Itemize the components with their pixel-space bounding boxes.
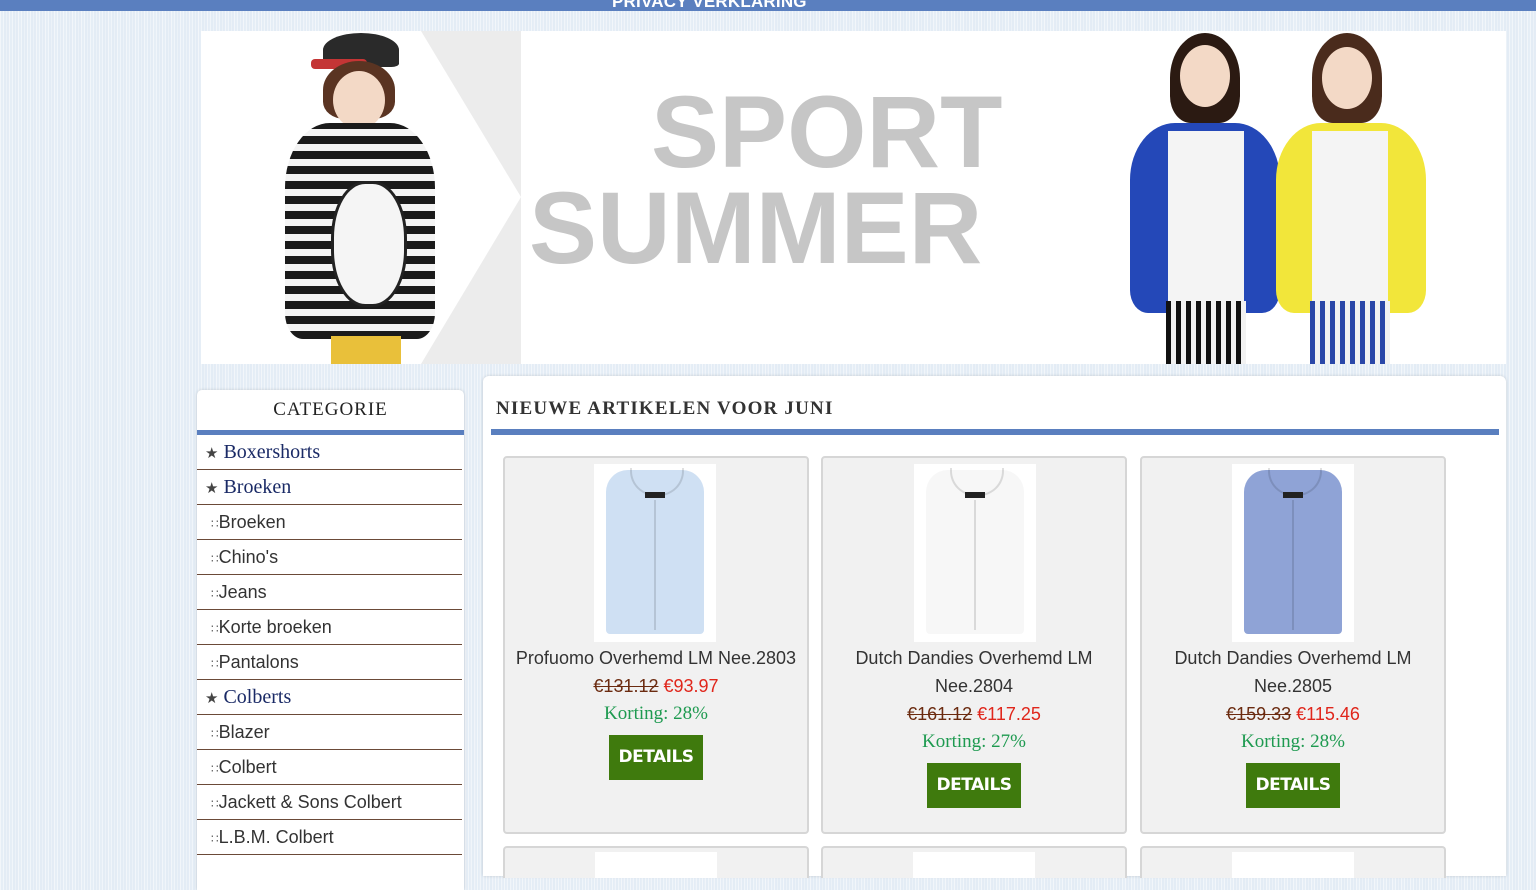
category-label: Broeken <box>218 512 286 532</box>
category-label: Boxershorts <box>223 441 321 463</box>
product-card-partial <box>503 846 809 878</box>
new-price: €117.25 <box>977 704 1041 724</box>
category-label: Jackett & Sons Colbert <box>218 792 402 812</box>
product-card: Dutch Dandies Overhemd LM Nee.2804 €161.1… <box>821 456 1127 834</box>
product-prices: €131.12 €93.97 <box>509 672 803 700</box>
privacy-link[interactable]: PRIVACY VERKLARING <box>612 0 807 11</box>
category-item[interactable]: ∷L.B.M. Colbert <box>197 820 462 855</box>
details-button[interactable]: DETAILS <box>927 763 1021 808</box>
banner-model-right-2 <box>1276 31 1436 364</box>
discount-text: Korting: 27% <box>922 731 1026 752</box>
category-item[interactable]: ★ Colberts <box>197 680 462 715</box>
dots-icon: ∷ <box>211 832 219 846</box>
category-item[interactable]: ★ Boxershorts <box>197 435 462 470</box>
star-icon: ★ <box>205 481 219 497</box>
category-item[interactable]: ∷Pantalons <box>197 645 462 680</box>
dots-icon: ∷ <box>211 517 219 531</box>
product-card-partial <box>821 846 1127 878</box>
dots-icon: ∷ <box>211 727 219 741</box>
details-button[interactable]: DETAILS <box>1246 763 1340 808</box>
star-icon: ★ <box>205 446 219 462</box>
product-name[interactable]: Dutch Dandies Overhemd LM Nee.2804 <box>827 644 1121 700</box>
banner-text-line1: SPORT <box>651 75 1003 189</box>
sidebar-title: CATEGORIE <box>197 390 464 435</box>
new-price: €115.46 <box>1296 704 1360 724</box>
shirt-label <box>1283 492 1303 498</box>
category-sidebar: CATEGORIE ★ Boxershorts ★ Broeken ∷Broeken ∷C… <box>197 390 464 890</box>
top-nav-bar: PRIVACY VERKLARING <box>0 0 1536 11</box>
shirt-placket <box>1292 500 1294 630</box>
category-item[interactable]: ∷Blazer <box>197 715 462 750</box>
product-prices: €161.12 €117.25 <box>827 700 1121 728</box>
dots-icon: ∷ <box>211 587 219 601</box>
product-card-partial <box>1140 846 1446 878</box>
dots-icon: ∷ <box>211 552 219 566</box>
old-price: €161.12 <box>907 704 973 724</box>
dots-icon: ∷ <box>211 797 219 811</box>
old-price: €131.12 <box>593 676 659 696</box>
details-button[interactable]: DETAILS <box>609 735 703 780</box>
product-prices: €159.33 €115.46 <box>1146 700 1440 728</box>
product-image[interactable] <box>1232 464 1354 642</box>
category-item[interactable]: ∷Broeken <box>197 505 462 540</box>
product-name[interactable]: Dutch Dandies Overhemd LM Nee.2805 <box>1146 644 1440 700</box>
new-price: €93.97 <box>663 676 719 696</box>
shirt-label <box>645 492 665 498</box>
product-image[interactable] <box>594 464 716 642</box>
dots-icon: ∷ <box>211 762 219 776</box>
banner-text-line2: SUMMER <box>529 171 983 285</box>
category-item[interactable]: ∷Chino's <box>197 540 462 575</box>
dots-icon: ∷ <box>211 622 219 636</box>
discount-text: Korting: 28% <box>604 703 708 724</box>
old-price: €159.33 <box>1226 704 1292 724</box>
category-item[interactable]: ∷Colbert <box>197 750 462 785</box>
category-label: Jeans <box>218 582 267 602</box>
category-label: L.B.M. Colbert <box>218 827 334 847</box>
category-label: Korte broeken <box>218 617 332 637</box>
main-content: NIEUWE ARTIKELEN VOOR JUNI Profuomo Over… <box>483 376 1506 878</box>
shirt-placket <box>974 500 976 630</box>
hero-banner: SPORT SUMMER <box>201 31 1506 364</box>
product-card: Profuomo Overhemd LM Nee.2803 €131.12 €93… <box>503 456 809 834</box>
shirt-label <box>965 492 985 498</box>
discount-text: Korting: 28% <box>1241 731 1345 752</box>
category-item[interactable]: ∷Korte broeken <box>197 610 462 645</box>
product-image[interactable] <box>914 464 1036 642</box>
category-list: ★ Boxershorts ★ Broeken ∷Broeken ∷Chino's ∷Jea… <box>197 435 464 855</box>
category-label: Blazer <box>218 722 270 742</box>
dots-icon: ∷ <box>211 657 219 671</box>
category-item[interactable]: ∷Jeans <box>197 575 462 610</box>
product-card: Dutch Dandies Overhemd LM Nee.2805 €159.3… <box>1140 456 1446 834</box>
banner-model-right-1 <box>1126 31 1286 364</box>
category-label: Pantalons <box>218 652 299 672</box>
star-icon: ★ <box>205 691 219 707</box>
category-label: Colbert <box>218 757 277 777</box>
category-item[interactable]: ★ Broeken <box>197 470 462 505</box>
product-name[interactable]: Profuomo Overhemd LM Nee.2803 <box>509 644 803 672</box>
category-label: Colberts <box>223 686 292 708</box>
section-title: NIEUWE ARTIKELEN VOOR JUNI <box>496 398 834 419</box>
section-title-rule <box>491 429 1499 435</box>
category-label: Chino's <box>218 547 279 567</box>
shirt-placket <box>654 500 656 630</box>
category-item[interactable]: ∷Jackett & Sons Colbert <box>197 785 462 820</box>
banner-model-left <box>281 31 461 364</box>
category-label: Broeken <box>223 476 292 498</box>
